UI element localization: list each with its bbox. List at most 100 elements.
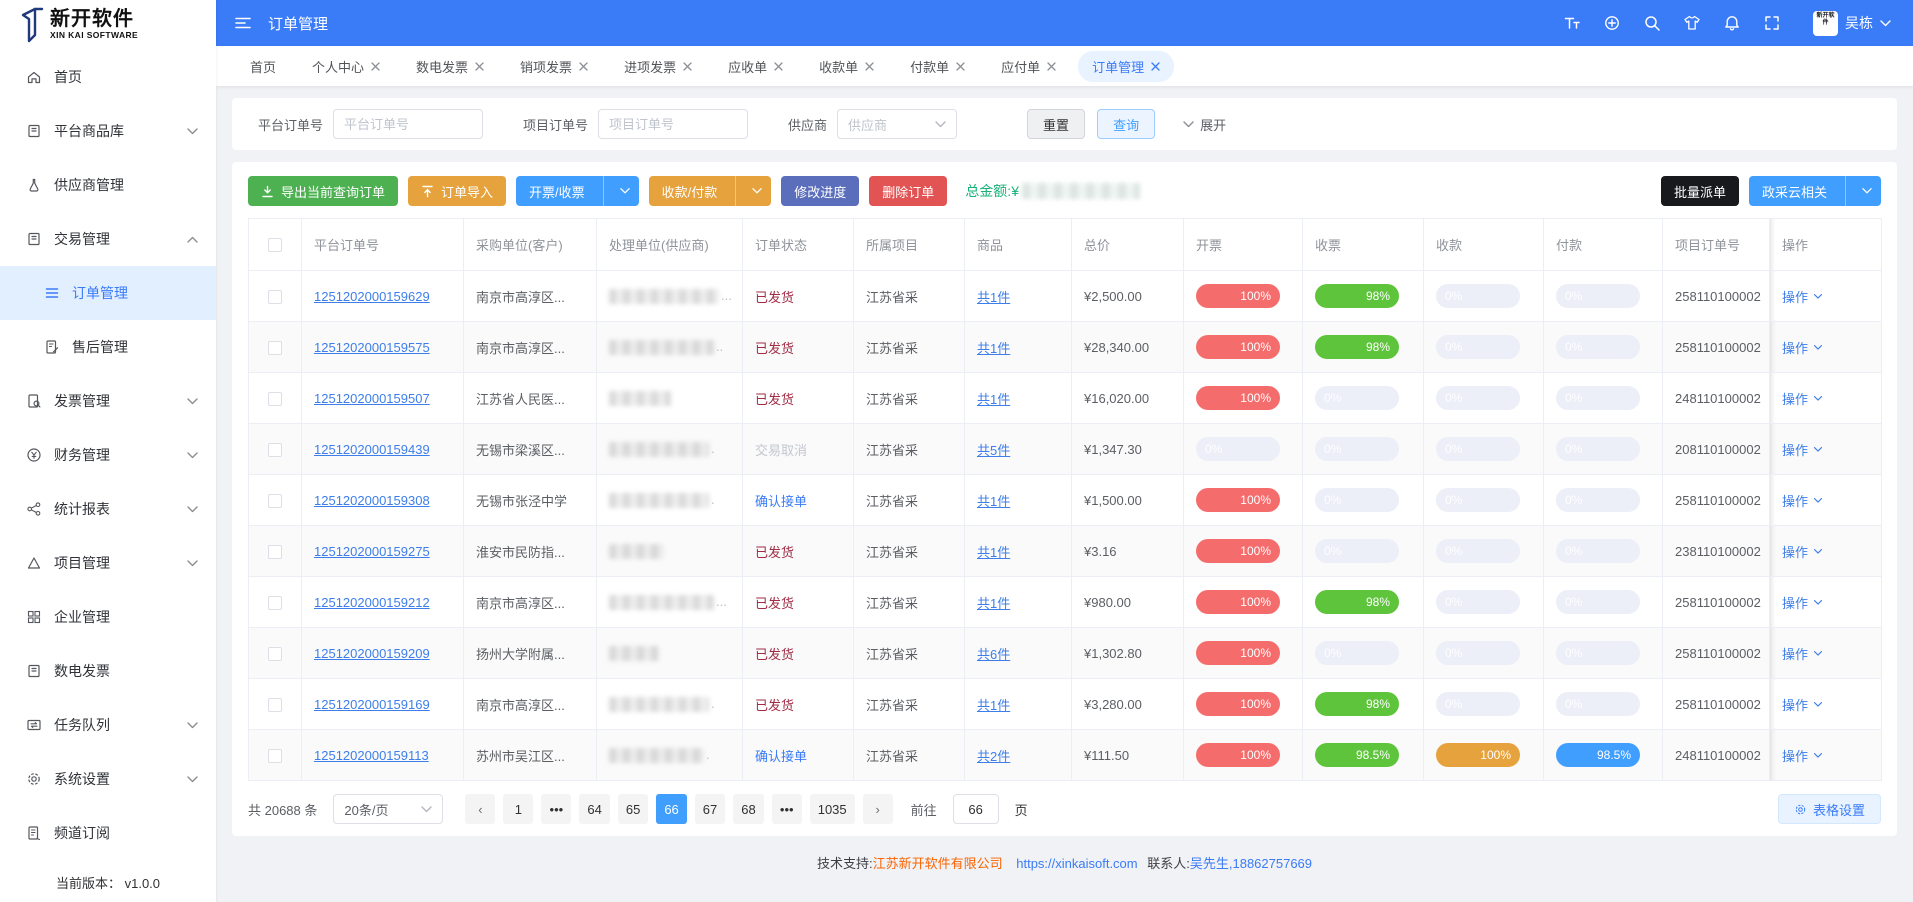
row-action-dropdown[interactable]: 操作 (1782, 746, 1823, 765)
goto-page-input[interactable] (953, 794, 999, 824)
more-pages-button[interactable]: ••• (772, 794, 802, 824)
items-link[interactable]: 共1件 (977, 698, 1010, 713)
user-menu[interactable]: 新开软件 吴栋 (1813, 11, 1891, 36)
close-icon[interactable] (475, 62, 484, 71)
row-action-dropdown[interactable]: 操作 (1782, 593, 1823, 612)
chevron-down-icon[interactable] (620, 186, 630, 196)
bell-icon[interactable] (1723, 14, 1741, 32)
row-checkbox[interactable] (268, 290, 282, 304)
items-link[interactable]: 共2件 (977, 749, 1010, 764)
tab-order-mgmt[interactable]: 订单管理 (1078, 51, 1174, 82)
row-action-dropdown[interactable]: 操作 (1782, 389, 1823, 408)
import-orders-button[interactable]: 订单导入 (408, 176, 506, 206)
row-checkbox[interactable] (268, 596, 282, 610)
page-size-select[interactable]: 20条/页 (333, 794, 443, 824)
order-no-link[interactable]: 1251202000159209 (314, 646, 430, 661)
row-checkbox[interactable] (268, 749, 282, 763)
order-no-link[interactable]: 1251202000159275 (314, 544, 430, 559)
row-action-dropdown[interactable]: 操作 (1782, 287, 1823, 306)
row-action-dropdown[interactable]: 操作 (1782, 644, 1823, 663)
invoice-receipt-button[interactable]: 开票/收票 (516, 176, 639, 206)
order-no-link[interactable]: 1251202000159629 (314, 289, 430, 304)
contact-link[interactable]: 吴先生,18862757669 (1190, 856, 1312, 871)
tab-digital-invoice[interactable]: 数电发票 (402, 51, 498, 82)
sidebar-item-aftersale-mgmt[interactable]: 售后管理 (0, 320, 216, 374)
chevron-down-icon[interactable] (752, 186, 762, 196)
close-icon[interactable] (1151, 62, 1160, 71)
sidebar-item-channel-subscribe[interactable]: 频道订阅 (0, 806, 216, 860)
tab-receipt[interactable]: 收款单 (805, 51, 888, 82)
select-all-checkbox[interactable] (268, 238, 282, 252)
page-button[interactable]: 1 (503, 794, 533, 824)
locate-icon[interactable] (1603, 14, 1621, 32)
order-no-link[interactable]: 1251202000159439 (314, 442, 430, 457)
fullscreen-icon[interactable] (1763, 14, 1781, 32)
batch-dispatch-button[interactable]: 批量派单 (1661, 176, 1739, 206)
sidebar-item-supplier-mgmt[interactable]: 供应商管理 (0, 158, 216, 212)
prev-page-button[interactable]: ‹ (465, 794, 495, 824)
items-link[interactable]: 共1件 (977, 392, 1010, 407)
expand-toggle[interactable]: 展开 (1183, 115, 1226, 134)
supplier-select[interactable]: 供应商 (837, 109, 957, 139)
query-button[interactable]: 查询 (1097, 109, 1155, 139)
order-no-link[interactable]: 1251202000159169 (314, 697, 430, 712)
project-order-no-input[interactable] (598, 109, 748, 139)
page-button[interactable]: 1035 (810, 794, 855, 824)
tab-personal-center[interactable]: 个人中心 (298, 51, 394, 82)
collapse-sidebar-icon[interactable] (234, 14, 252, 32)
order-no-link[interactable]: 1251202000159113 (314, 748, 429, 763)
order-no-link[interactable]: 1251202000159575 (314, 340, 430, 355)
row-action-dropdown[interactable]: 操作 (1782, 440, 1823, 459)
items-link[interactable]: 共1件 (977, 341, 1010, 356)
chevron-down-icon[interactable] (1862, 186, 1872, 196)
theme-icon[interactable] (1683, 14, 1701, 32)
website-link[interactable]: https://xinkaisoft.com (1016, 856, 1137, 871)
order-no-link[interactable]: 1251202000159308 (314, 493, 430, 508)
items-link[interactable]: 共1件 (977, 494, 1010, 509)
row-checkbox[interactable] (268, 698, 282, 712)
sidebar-item-digital-invoice[interactable]: 数电发票 (0, 644, 216, 698)
tab-input-invoice[interactable]: 进项发票 (610, 51, 706, 82)
sidebar-item-invoice-mgmt[interactable]: 发票管理 (0, 374, 216, 428)
close-icon[interactable] (774, 62, 783, 71)
sidebar-item-finance-mgmt[interactable]: 财务管理 (0, 428, 216, 482)
sidebar-item-order-mgmt[interactable]: 订单管理 (0, 266, 216, 320)
row-checkbox[interactable] (268, 494, 282, 508)
reset-button[interactable]: 重置 (1027, 109, 1085, 139)
company-link[interactable]: 江苏新开软件有限公司 (873, 856, 1003, 871)
items-link[interactable]: 共1件 (977, 290, 1010, 305)
row-checkbox[interactable] (268, 392, 282, 406)
page-button[interactable]: 67 (695, 794, 725, 824)
row-action-dropdown[interactable]: 操作 (1782, 695, 1823, 714)
zcy-related-button[interactable]: 政采云相关 (1749, 176, 1881, 206)
items-link[interactable]: 共1件 (977, 596, 1010, 611)
row-action-dropdown[interactable]: 操作 (1782, 491, 1823, 510)
close-icon[interactable] (1047, 62, 1056, 71)
close-icon[interactable] (683, 62, 692, 71)
row-checkbox[interactable] (268, 545, 282, 559)
sidebar-item-trade-mgmt[interactable]: 交易管理 (0, 212, 216, 266)
modify-progress-button[interactable]: 修改进度 (781, 176, 859, 206)
tab-sales-invoice[interactable]: 销项发票 (506, 51, 602, 82)
row-checkbox[interactable] (268, 341, 282, 355)
row-checkbox[interactable] (268, 443, 282, 457)
close-icon[interactable] (579, 62, 588, 71)
sidebar-item-home[interactable]: 首页 (0, 50, 216, 104)
tab-payable[interactable]: 应付单 (987, 51, 1070, 82)
row-action-dropdown[interactable]: 操作 (1782, 542, 1823, 561)
sidebar-item-system-settings[interactable]: 系统设置 (0, 752, 216, 806)
delete-orders-button[interactable]: 删除订单 (869, 176, 947, 206)
sidebar-item-platform-products[interactable]: 平台商品库 (0, 104, 216, 158)
tab-home[interactable]: 首页 (236, 51, 290, 82)
order-no-link[interactable]: 1251202000159507 (314, 391, 430, 406)
search-icon[interactable] (1643, 14, 1661, 32)
page-button-current[interactable]: 66 (656, 794, 686, 824)
sidebar-item-enterprise-mgmt[interactable]: 企业管理 (0, 590, 216, 644)
more-pages-button[interactable]: ••• (541, 794, 571, 824)
items-link[interactable]: 共5件 (977, 443, 1010, 458)
next-page-button[interactable]: › (863, 794, 893, 824)
receive-pay-button[interactable]: 收款/付款 (649, 176, 772, 206)
row-action-dropdown[interactable]: 操作 (1782, 338, 1823, 357)
close-icon[interactable] (956, 62, 965, 71)
items-link[interactable]: 共6件 (977, 647, 1010, 662)
